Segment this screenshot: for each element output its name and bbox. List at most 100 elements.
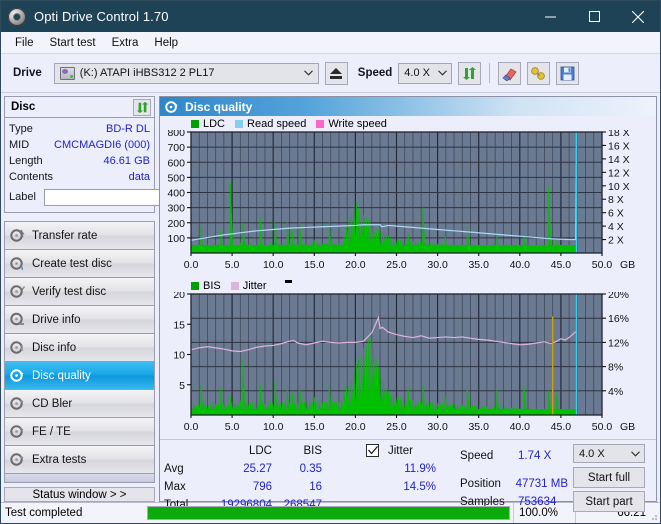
svg-text:35.0: 35.0 (468, 259, 489, 271)
sidebar-item-create-test-disc[interactable]: Create test disc (5, 250, 154, 278)
disc-type-label: Type (9, 123, 33, 135)
sidebar-item-label: CD Bler (32, 397, 73, 410)
legend-label-bis: BIS (203, 279, 221, 292)
sidebar-item-disc-quality[interactable]: Disc quality (5, 362, 154, 390)
chevron-down-icon (626, 450, 644, 457)
start-part-button[interactable]: Start part (573, 491, 645, 512)
status-window-button[interactable]: Status window > > (4, 487, 155, 502)
menu-help[interactable]: Help (146, 35, 186, 51)
sidebar-item-label: Extra tests (32, 453, 87, 466)
svg-text:8 X: 8 X (608, 194, 624, 206)
sidebar-item-fe-te[interactable]: FE / TE (5, 418, 154, 446)
cd-bler-icon (10, 397, 24, 410)
sidebar-item-drive-info[interactable]: Drive info (5, 306, 154, 334)
sidebar-item-verify-test-disc[interactable]: Verify test disc (5, 278, 154, 306)
svg-text:0.0: 0.0 (184, 259, 199, 271)
disc-burn-icon (10, 257, 24, 271)
menu-start-test[interactable]: Start test (42, 35, 104, 51)
speed-select[interactable]: 4.0 X (398, 62, 453, 84)
erase-button[interactable] (498, 61, 522, 85)
legend-swatch-write-speed (316, 119, 325, 128)
eraser-icon (502, 68, 517, 81)
svg-text:18 X: 18 X (608, 130, 630, 139)
test-speed-select[interactable]: 4.0 X (573, 444, 645, 463)
app-disc-icon (8, 7, 26, 26)
resize-grip-icon[interactable] (648, 511, 658, 521)
svg-text:25.0: 25.0 (386, 259, 407, 271)
sidebar-item-label: Transfer rate (32, 229, 98, 242)
stats-speed-label: Speed (460, 450, 494, 462)
sidebar-item-cd-bler[interactable]: CD Bler (5, 390, 154, 418)
close-button[interactable] (616, 1, 660, 32)
svg-text:40.0: 40.0 (510, 421, 531, 433)
panel-title: Disc quality (185, 99, 253, 114)
stats-position-label: Position (460, 478, 501, 490)
progress-bar (147, 506, 510, 520)
disc-quality-icon (10, 369, 24, 382)
legend-swatch-read-speed (235, 119, 244, 128)
sidebar-item-extra-tests[interactable]: Extra tests (5, 446, 154, 474)
disc-panel-header: Disc (5, 97, 154, 118)
disc-type-value: BD-R DL (105, 123, 150, 135)
drive-select[interactable]: (K:) ATAPI iHBS312 2 PL17 (53, 62, 319, 84)
save-button[interactable] (556, 61, 580, 85)
window-title: Opti Drive Control 1.70 (34, 9, 169, 24)
key-icon (531, 66, 546, 80)
sidebar-item-label: Create test disc (32, 257, 112, 270)
drive-toolbar: Drive (K:) ATAPI iHBS312 2 PL17 Speed 4.… (1, 54, 660, 93)
key-button[interactable] (527, 61, 551, 85)
legend-swatch-jitter (230, 281, 239, 290)
stats-header-jitter: Jitter (388, 445, 413, 457)
disc-contents-label: Contents (9, 171, 54, 183)
progress-fill (148, 507, 509, 519)
statistics-area: LDC BIS Jitter Avg 25.27 0.35 11.9% Max … (160, 439, 656, 512)
menu-file[interactable]: File (7, 35, 42, 51)
stats-row-label-max: Max (164, 481, 186, 493)
maximize-button[interactable] (572, 1, 616, 32)
test-speed-select-value: 4.0 X (579, 447, 605, 460)
drive-icon (59, 66, 75, 80)
title-bar: Opti Drive Control 1.70 (1, 1, 660, 32)
svg-text:16%: 16% (608, 313, 629, 325)
check-icon (367, 446, 378, 455)
svg-text:45.0: 45.0 (551, 259, 572, 271)
svg-text:14 X: 14 X (608, 154, 630, 166)
svg-text:50.0: 50.0 (592, 259, 613, 271)
stats-position-value: 47731 MB (515, 478, 568, 490)
eject-button[interactable] (324, 61, 348, 85)
sidebar-item-label: FE / TE (32, 425, 71, 438)
legend-swatch-bis (191, 281, 199, 290)
disc-quality-panel: Disc quality LDC Read speed Write speed … (159, 96, 657, 512)
disc-mid-label: MID (9, 139, 30, 151)
drive-label: Drive (13, 67, 42, 79)
svg-text:400: 400 (167, 188, 185, 200)
svg-text:2 X: 2 X (608, 235, 624, 247)
status-bar: Test completed 100.0% 66:21 (1, 502, 660, 523)
svg-text:35.0: 35.0 (468, 421, 489, 433)
stats-row-label-avg: Avg (164, 463, 184, 475)
start-full-button[interactable]: Start full (573, 467, 645, 488)
test-nav-list: Transfer rate Create test disc Verify te… (4, 221, 155, 474)
disc-refresh-button[interactable] (133, 98, 151, 116)
ldc-chart[interactable]: 100 200 300 400 500 600 700 800 2 X 4 X6 X 8 X 10 X… (160, 130, 656, 277)
svg-text:4 X: 4 X (608, 221, 624, 233)
bis-chart[interactable]: 5 10 15 20 4% 8% 12% 16% 20% 0.0 5.0 10.0 15.0 20.0 25… (160, 292, 656, 439)
svg-text:8%: 8% (608, 362, 623, 374)
svg-text:100: 100 (167, 233, 185, 245)
disc-label-label: Label (9, 191, 36, 203)
disc-panel: Disc Type BD-R DL MID CMCMAGDI6 (000) Le… (4, 96, 245, 213)
menu-bar: File Start test Extra Help (1, 32, 660, 54)
svg-text:20.0: 20.0 (345, 421, 366, 433)
sidebar-item-disc-info[interactable]: Disc info (5, 334, 154, 362)
svg-text:10: 10 (173, 350, 185, 362)
menu-extra[interactable]: Extra (104, 35, 147, 51)
legend-label-jitter: Jitter (242, 279, 267, 292)
minimize-button[interactable] (528, 1, 572, 32)
svg-text:50.0: 50.0 (592, 421, 613, 433)
sidebar-item-transfer-rate[interactable]: Transfer rate (5, 222, 154, 250)
stats-avg-bis: 0.35 (299, 463, 322, 475)
jitter-checkbox[interactable] (366, 444, 379, 457)
refresh-button[interactable] (458, 61, 482, 85)
ldc-chart-legend: LDC Read speed Write speed (160, 117, 656, 130)
svg-text:20%: 20% (608, 292, 629, 301)
